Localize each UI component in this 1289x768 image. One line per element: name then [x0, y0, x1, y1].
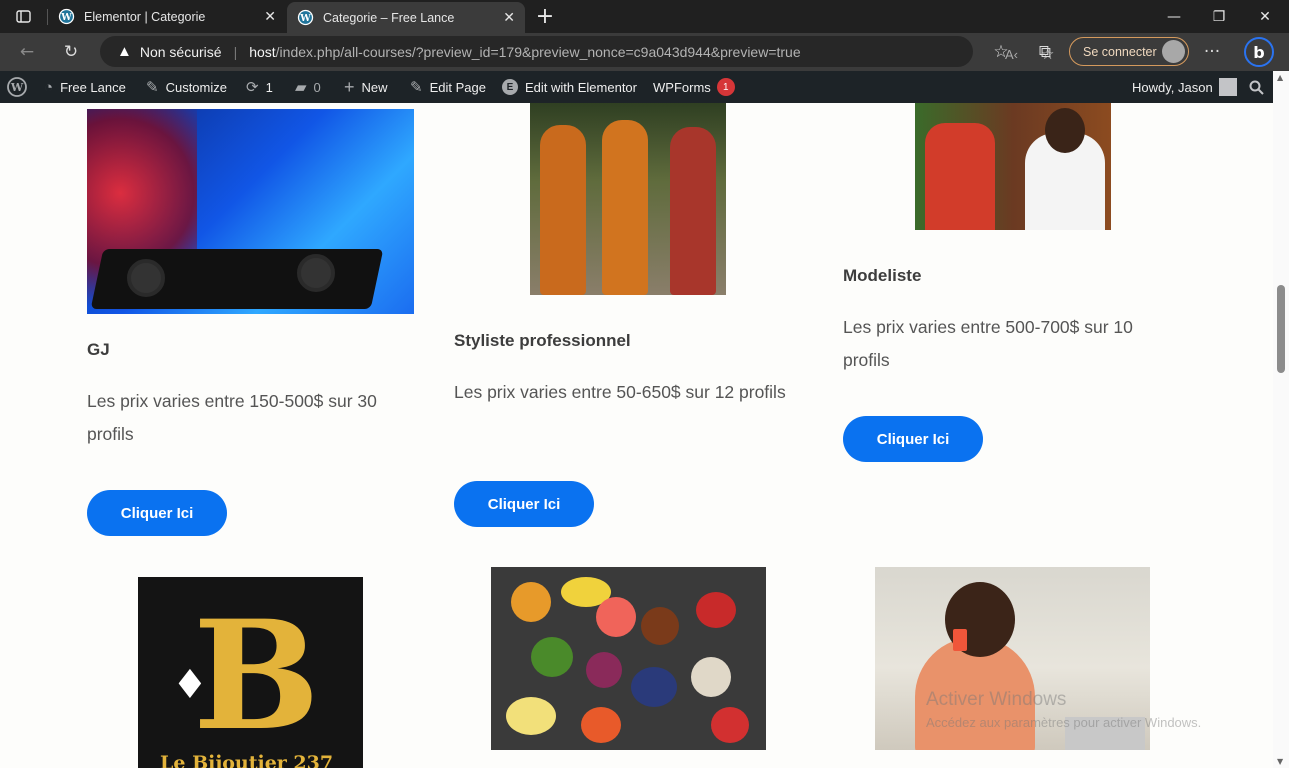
sign-in-label: Se connecter	[1083, 44, 1157, 59]
new-tab-button[interactable]: +	[522, 0, 568, 33]
card-title: GJ	[87, 340, 110, 359]
cliquer-ici-button[interactable]: Cliquer Ici	[87, 490, 227, 536]
customize-link[interactable]: ✎ Customize	[146, 71, 227, 103]
scrollbar-thumb[interactable]	[1277, 285, 1285, 373]
comment-icon: ▰	[295, 79, 307, 96]
user-avatar	[1218, 78, 1237, 96]
back-icon[interactable]: ←	[11, 33, 43, 71]
site-name-menu[interactable]: ◔ Free Lance	[44, 71, 126, 103]
page-content: GJ Les prix varies entre 150-500$ sur 30…	[0, 103, 1273, 768]
wpforms-menu[interactable]: WPForms 1	[653, 71, 735, 103]
updates-icon: ⟳	[246, 79, 259, 96]
wp-admin-bar: W ◔ Free Lance ✎ Customize ⟳ 1 ▰ 0 + New…	[0, 71, 1273, 103]
notification-badge: 1	[716, 78, 735, 96]
comments-link[interactable]: ▰ 0	[295, 71, 321, 103]
address-bar[interactable]: ▲ Non sécurisé | host/index.php/all-cour…	[100, 36, 1054, 67]
cliquer-ici-button[interactable]: Cliquer Ici	[454, 481, 594, 527]
edit-with-elementor-link[interactable]: E Edit with Elementor	[502, 71, 637, 103]
svg-text:W: W	[10, 81, 24, 94]
svg-text:W: W	[60, 12, 72, 23]
close-icon[interactable]: ✕	[503, 9, 515, 26]
url-host: host	[249, 43, 276, 60]
scroll-up-icon[interactable]: ▲	[1277, 73, 1283, 82]
updates-count: 1	[265, 79, 273, 95]
tab-actions-icon[interactable]	[0, 0, 46, 33]
bijoutier-logo-image: ♦ B Le Bijoutier 237	[138, 577, 363, 768]
minimize-icon[interactable]: —	[1151, 0, 1197, 33]
updates-link[interactable]: ⟳ 1	[246, 71, 273, 103]
card-description: Les prix varies entre 50-650$ sur 12 pro…	[454, 382, 786, 402]
pencil-icon: ✎	[410, 79, 423, 96]
scroll-down-icon[interactable]: ▼	[1277, 757, 1283, 766]
profile-avatar	[1162, 40, 1185, 63]
tab-title: Categorie – Free Lance	[323, 10, 455, 25]
restore-icon[interactable]: ❐	[1196, 0, 1242, 33]
card-description: Les prix varies entre 500-700$ sur 10 pr…	[843, 317, 1133, 370]
more-menu-icon[interactable]: ···	[1196, 33, 1228, 71]
url-path: /index.php/all-courses/?preview_id=179&p…	[275, 43, 801, 60]
my-account-menu[interactable]: Howdy, Jason	[1132, 71, 1237, 103]
warning-icon[interactable]: ▲	[117, 43, 132, 60]
brush-icon: ✎	[146, 79, 159, 96]
comments-count: 0	[313, 79, 321, 95]
windows-activation-text: Accédez aux paramètres pour activer Wind…	[926, 715, 1202, 730]
card-description: Les prix varies entre 150-500$ sur 30 pr…	[87, 391, 377, 444]
edit-page-label: Edit Page	[429, 79, 486, 95]
windows-activation-title: Activer Windows	[926, 689, 1067, 710]
wordpress-icon: W	[7, 77, 27, 97]
window-close-icon[interactable]: ✕	[1242, 0, 1288, 33]
tab-elementor-categorie[interactable]: W Elementor | Categorie ✕	[48, 0, 286, 33]
svg-text:W: W	[299, 13, 311, 24]
security-label[interactable]: Non sécurisé	[140, 44, 222, 60]
wpforms-label: WPForms	[653, 79, 711, 95]
new-content-menu[interactable]: + New	[344, 71, 388, 103]
search-icon[interactable]	[1249, 71, 1264, 103]
dj-image	[87, 109, 414, 314]
cliquer-ici-button[interactable]: Cliquer Ici	[843, 416, 983, 462]
wp-logo-menu[interactable]: W	[7, 71, 27, 103]
card-title: Modeliste	[843, 266, 922, 285]
plus-icon: +	[344, 76, 355, 97]
sign-in-button[interactable]: Se connecter	[1069, 37, 1189, 66]
browser-toolbar: ← ↻ ▲ Non sécurisé | host/index.php/all-…	[0, 33, 1289, 71]
dashboard-icon: ◔	[44, 78, 54, 96]
fashion-models-image	[530, 103, 726, 295]
site-name-label: Free Lance	[60, 79, 126, 95]
bing-icon[interactable]: b	[1244, 37, 1274, 67]
wordpress-icon: W	[297, 9, 314, 26]
edit-elementor-label: Edit with Elementor	[525, 79, 637, 95]
refresh-icon[interactable]: ↻	[55, 33, 87, 71]
tab-categorie-free-lance[interactable]: W Categorie – Free Lance ✕	[287, 2, 525, 33]
new-label: New	[361, 79, 388, 95]
wordpress-icon: W	[58, 8, 75, 25]
favorites-icon[interactable]: ☆	[985, 33, 1017, 71]
tab-title: Elementor | Categorie	[84, 9, 206, 24]
tailor-image	[915, 103, 1111, 230]
howdy-label: Howdy, Jason	[1132, 79, 1213, 95]
page-scrollbar[interactable]: ▲ ▼	[1273, 71, 1289, 768]
browser-tabstrip: W Elementor | Categorie ✕ W Categorie – …	[0, 0, 1289, 33]
customize-label: Customize	[165, 79, 227, 95]
card-title: Styliste professionnel	[454, 331, 631, 350]
edit-page-link[interactable]: ✎ Edit Page	[410, 71, 486, 103]
elementor-icon: E	[502, 79, 518, 95]
vegetables-image	[491, 567, 766, 750]
collections-icon[interactable]: ⧉	[1029, 33, 1061, 71]
bijoutier-logo-text: Le Bijoutier 237	[160, 752, 334, 768]
close-icon[interactable]: ✕	[264, 8, 276, 25]
